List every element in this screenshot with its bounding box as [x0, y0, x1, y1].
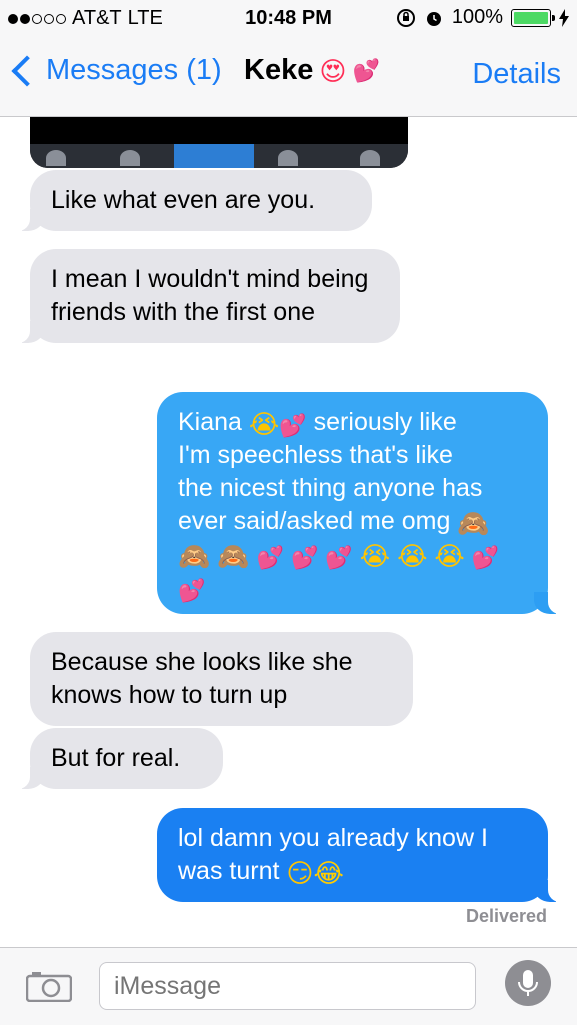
see-no-evil-monkey-emoji-icon: 🙈	[217, 541, 250, 571]
two-hearts-emoji-icon: 💕	[178, 578, 206, 603]
toolbar-glyph	[120, 150, 140, 166]
battery-percent: 100%	[451, 6, 503, 28]
alarm-icon	[426, 11, 441, 26]
see-no-evil-monkey-emoji-icon: 🙈	[178, 541, 211, 571]
two-hearts-emoji-icon: 💕	[325, 545, 353, 570]
toolbar-glyph	[360, 150, 380, 166]
see-no-evil-monkey-emoji-icon: 🙈	[457, 508, 490, 538]
emoji-line: 🙈 🙈 💕 💕 💕 😭 😭 😭 💕	[178, 538, 527, 571]
crying-emoji-icon: 😭	[397, 541, 428, 571]
microphone-button[interactable]	[505, 960, 551, 1006]
status-right: 100%	[396, 6, 569, 29]
emoji-line: 💕	[178, 571, 527, 604]
message-text: was turnt	[178, 857, 280, 885]
tears-of-joy-emoji-icon: 😂	[313, 858, 344, 888]
crying-emoji-icon: 😭	[248, 409, 280, 439]
details-button[interactable]: Details	[472, 58, 561, 91]
two-hearts-emoji-icon: 💕	[256, 545, 285, 570]
contact-name: Keke	[244, 54, 314, 86]
message-line: I'm speechless that's like	[178, 441, 453, 469]
received-message[interactable]: Like what even are you.	[16, 170, 372, 231]
message-line: the nicest thing anyone has	[178, 474, 483, 502]
back-label: Messages (1)	[46, 54, 222, 86]
camera-icon[interactable]	[26, 970, 72, 1002]
crying-emoji-icon: 😭	[434, 541, 465, 571]
received-message[interactable]: I mean I wouldn't mind being friends wit…	[16, 249, 400, 343]
toolbar-glyph	[278, 150, 298, 166]
two-hearts-emoji-icon: 💕	[352, 57, 380, 83]
two-hearts-emoji-icon: 💕	[279, 413, 307, 438]
contact-title: Keke 😍 💕	[244, 54, 380, 87]
chevron-left-icon	[11, 54, 43, 87]
message-line: Kiana 😭💕 seriously like	[178, 406, 527, 439]
heart-eyes-emoji-icon: 😍	[319, 55, 347, 86]
screenshot-toolbar	[30, 144, 408, 168]
message-line: ever said/asked me omg 🙈	[178, 505, 527, 538]
received-message[interactable]: But for real.	[16, 728, 223, 789]
sent-message[interactable]: lol damn you already know I was turnt 😏😂	[157, 808, 562, 902]
conversation[interactable]: Like what even are you. I mean I wouldn'…	[0, 116, 577, 948]
navigation-bar: Messages (1) Keke 😍 💕 Details	[0, 50, 577, 106]
toolbar-glyph	[46, 150, 66, 166]
two-hearts-emoji-icon: 💕	[291, 545, 319, 570]
crying-emoji-icon: 😭	[359, 541, 391, 571]
received-message[interactable]: Because she looks like she knows how to …	[30, 632, 413, 726]
sent-message[interactable]: Kiana 😭💕 seriously like I'm speechless t…	[157, 392, 562, 614]
back-button[interactable]: Messages (1)	[11, 54, 222, 87]
charging-icon	[559, 8, 569, 27]
toolbar-selected	[174, 144, 254, 168]
battery-icon	[511, 8, 555, 27]
smirk-emoji-icon: 😏	[286, 858, 314, 888]
battery-fill	[514, 11, 548, 24]
message-line: lol damn you already know I	[178, 824, 488, 852]
microphone-icon	[518, 970, 538, 996]
compose-bar	[0, 947, 577, 1025]
message-line: was turnt 😏😂	[178, 855, 527, 888]
rotation-lock-icon	[396, 8, 415, 27]
message-text: Kiana	[178, 408, 242, 436]
top-bar: AT&T LTE 10:48 PM 100% Messages (1) Keke…	[0, 0, 577, 117]
message-text: I mean I wouldn't mind being friends wit…	[51, 265, 369, 326]
message-text: Because she looks like she knows how to …	[51, 648, 353, 709]
two-hearts-emoji-icon: 💕	[471, 545, 500, 570]
message-text: But for real.	[51, 744, 181, 772]
shared-screenshot-image[interactable]	[30, 116, 408, 168]
delivered-status: Delivered	[465, 906, 547, 926]
message-text: ever said/asked me omg	[178, 507, 451, 535]
message-text: seriously like	[313, 408, 457, 436]
status-bar: AT&T LTE 10:48 PM 100%	[0, 0, 577, 36]
message-input[interactable]	[99, 962, 476, 1010]
message-text: Like what even are you.	[51, 186, 316, 214]
